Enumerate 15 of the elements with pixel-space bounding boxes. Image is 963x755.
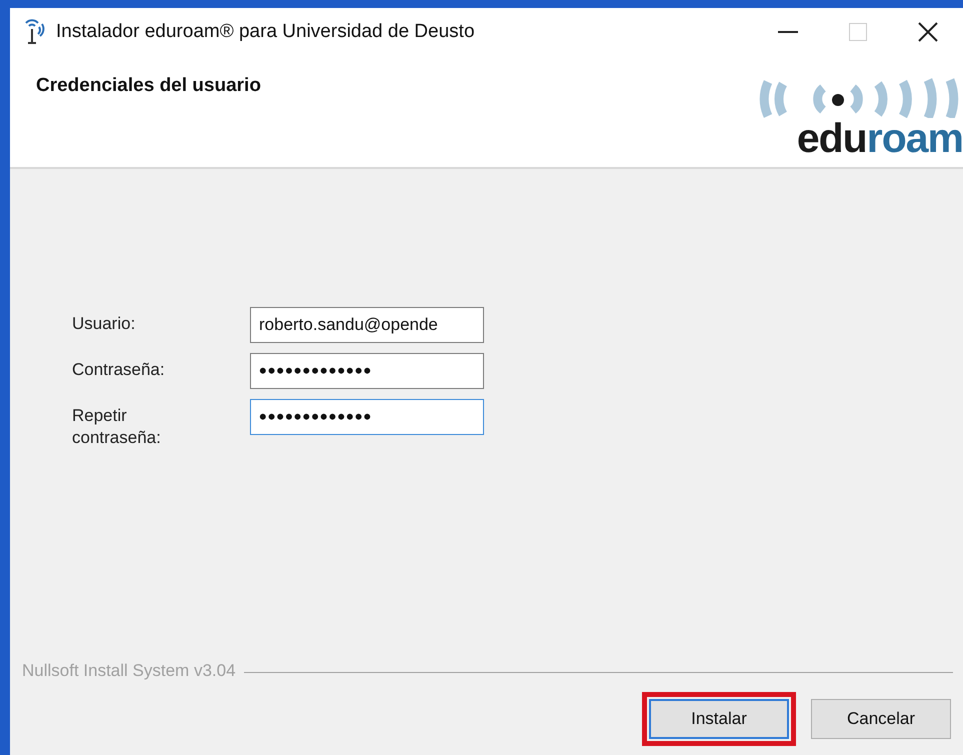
cancel-button[interactable]: Cancelar [811, 699, 951, 739]
field-label: Usuario: [72, 313, 136, 335]
branding-text: Nullsoft Install System v3.04 [22, 661, 236, 681]
input-field[interactable]: ••••••••••••• [250, 399, 484, 435]
logo-text: eduroam [796, 118, 963, 158]
field-label: Contraseña: [72, 359, 166, 381]
page-title: Credenciales del usuario [36, 75, 261, 98]
field-label: Repetir contraseña: [72, 405, 162, 449]
input-field[interactable]: roberto.sandu@opende [250, 307, 484, 343]
maximize-icon [849, 23, 867, 41]
minimize-icon [778, 31, 798, 33]
install-button[interactable]: Instalar [649, 699, 789, 739]
close-icon [918, 22, 938, 42]
window-title: Instalador eduroam® para Universidad de Deusto [56, 21, 476, 43]
input-field[interactable]: ••••••••••••• [250, 353, 484, 389]
